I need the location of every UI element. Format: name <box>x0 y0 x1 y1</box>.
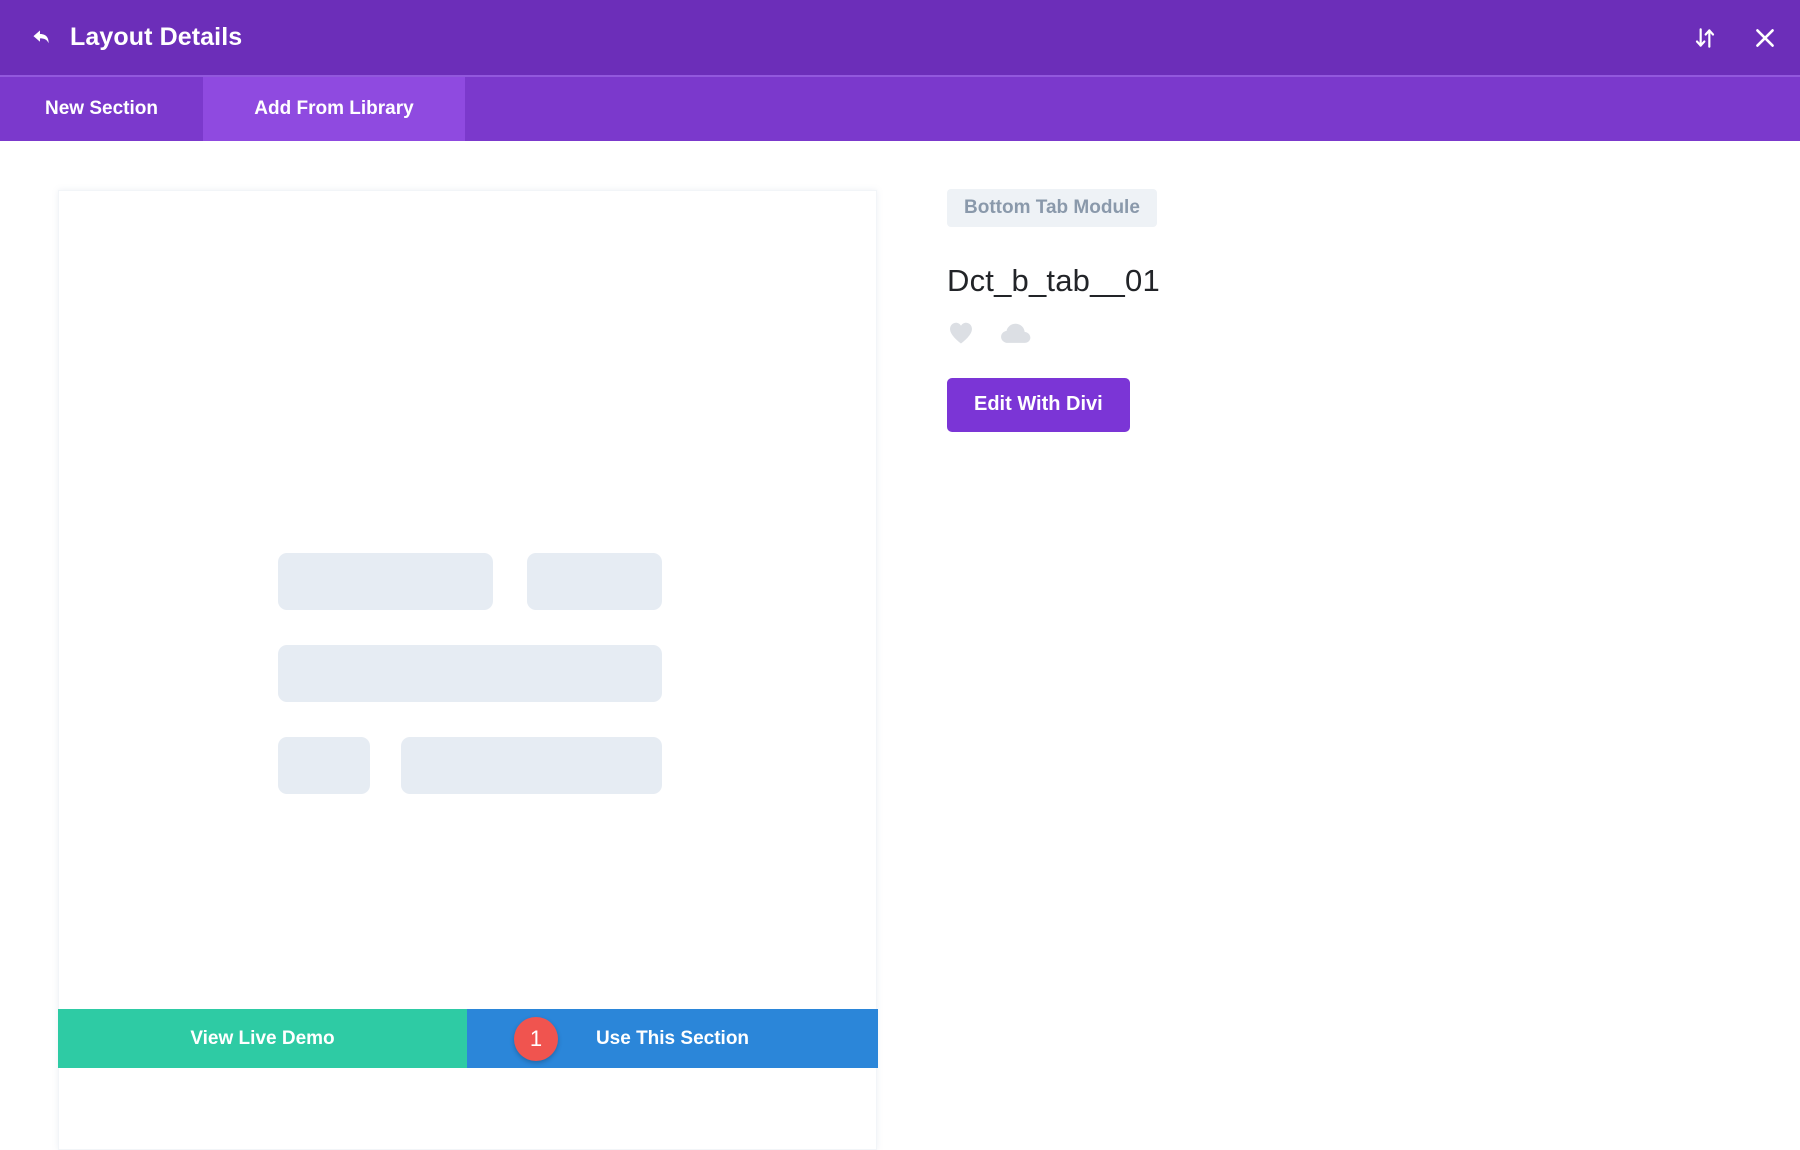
heart-icon[interactable] <box>947 319 975 347</box>
use-this-section-button[interactable]: 1 Use This Section <box>467 1009 878 1068</box>
header-right-group <box>1692 0 1778 75</box>
view-live-demo-label: View Live Demo <box>190 1028 334 1050</box>
page-title: Layout Details <box>70 25 242 50</box>
cloud-icon[interactable] <box>999 319 1033 347</box>
tab-new-section-label: New Section <box>45 98 158 120</box>
layout-meta-icons <box>947 318 1647 348</box>
tab-bar: New Section Add From Library <box>0 75 1800 141</box>
skeleton-block-1 <box>278 553 493 610</box>
back-arrow-icon[interactable] <box>30 25 56 51</box>
edit-with-divi-button[interactable]: Edit With Divi <box>947 378 1130 432</box>
skeleton-block-3 <box>278 645 662 702</box>
header-left-group: Layout Details <box>0 25 242 51</box>
view-live-demo-button[interactable]: View Live Demo <box>58 1009 467 1068</box>
layout-details-panel: Bottom Tab Module Dct_b_tab__01 Edit Wit… <box>947 189 1647 432</box>
use-this-section-label: Use This Section <box>596 1028 749 1050</box>
tab-add-from-library[interactable]: Add From Library <box>203 77 465 141</box>
step-badge: 1 <box>514 1017 558 1061</box>
tab-new-section[interactable]: New Section <box>0 77 203 141</box>
preview-action-row: View Live Demo 1 Use This Section <box>58 1009 878 1068</box>
layout-preview-card[interactable] <box>58 190 877 1150</box>
layout-name: Dct_b_tab__01 <box>947 265 1647 296</box>
sort-updown-icon[interactable] <box>1692 25 1718 51</box>
module-type-badge: Bottom Tab Module <box>947 189 1157 227</box>
layout-details-header: Layout Details <box>0 0 1800 75</box>
main-content: View Live Demo 1 Use This Section Bottom… <box>0 141 1800 1094</box>
skeleton-block-2 <box>527 553 662 610</box>
skeleton-block-5 <box>401 737 662 794</box>
layout-preview-skeleton <box>59 191 876 1149</box>
skeleton-block-4 <box>278 737 370 794</box>
tab-add-from-library-label: Add From Library <box>254 98 413 120</box>
close-x-icon[interactable] <box>1752 25 1778 51</box>
